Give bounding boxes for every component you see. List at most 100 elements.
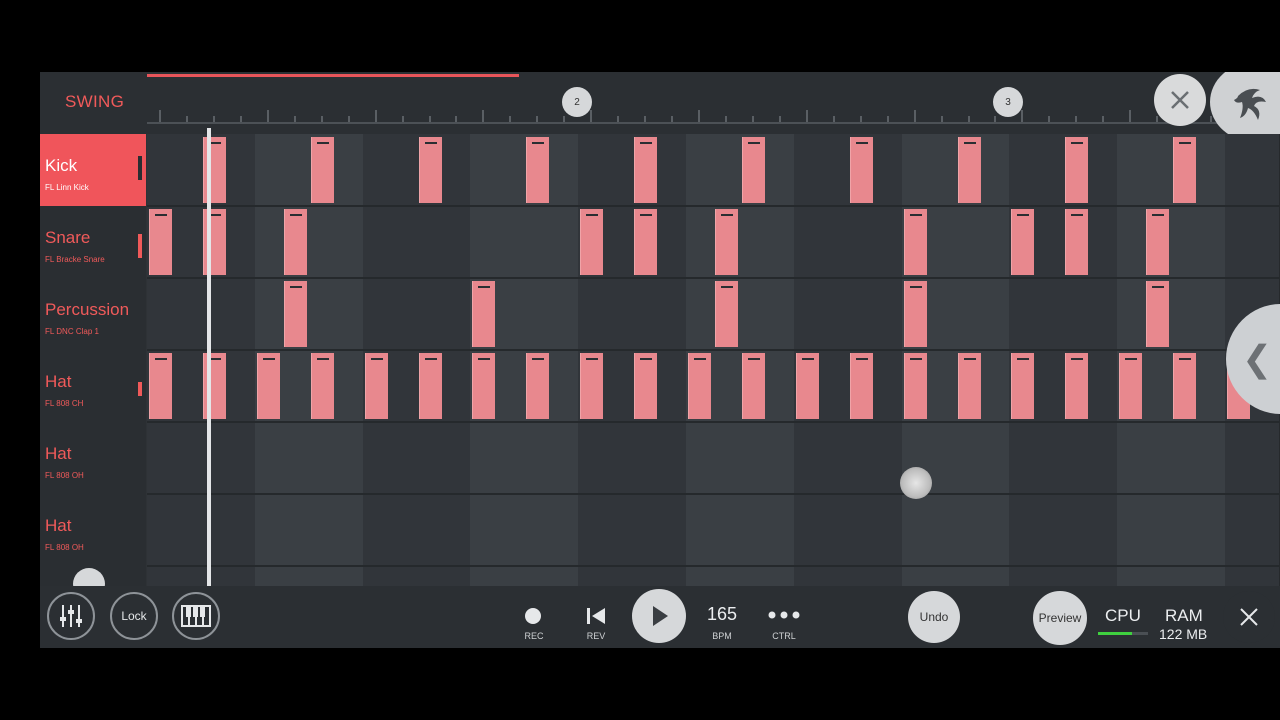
swing-button[interactable]: SWING [65, 92, 124, 112]
step-note[interactable] [418, 353, 442, 419]
step-note[interactable] [283, 281, 307, 347]
step-column[interactable] [712, 134, 741, 586]
lock-button[interactable]: Lock [110, 592, 158, 640]
step-note[interactable] [957, 353, 981, 419]
bar-marker-3[interactable]: 3 [993, 87, 1023, 117]
step-note[interactable] [1011, 209, 1035, 275]
step-column[interactable] [551, 134, 580, 586]
record-button[interactable] [523, 606, 543, 626]
bar-marker-2[interactable]: 2 [562, 87, 592, 117]
step-column[interactable] [605, 134, 634, 586]
step-column[interactable] [281, 134, 310, 586]
timeline-ruler[interactable] [147, 102, 1280, 124]
step-note[interactable] [849, 137, 873, 203]
channel-0[interactable]: Kick FL Linn Kick [40, 134, 146, 206]
channel-3[interactable]: Hat FL 808 CH [40, 350, 146, 422]
step-column[interactable] [766, 134, 795, 586]
step-column[interactable] [928, 134, 957, 586]
piano-roll-button[interactable] [172, 592, 220, 640]
preview-button[interactable]: Preview [1033, 591, 1087, 645]
channel-2[interactable]: Percussion FL DNC Clap 1 [40, 278, 146, 350]
step-column[interactable] [443, 134, 472, 586]
channel-level-indicator [138, 382, 142, 396]
step-note[interactable] [741, 137, 765, 203]
step-note[interactable] [1173, 353, 1197, 419]
step-column[interactable] [497, 134, 526, 586]
channel-sample: FL DNC Clap 1 [45, 327, 99, 336]
rewind-button[interactable] [585, 606, 607, 626]
row-separator [147, 421, 1280, 423]
step-note[interactable] [957, 137, 981, 203]
step-column[interactable] [389, 134, 418, 586]
step-note[interactable] [310, 137, 334, 203]
step-column[interactable] [1036, 134, 1065, 586]
step-column[interactable] [659, 134, 688, 586]
step-column[interactable] [1198, 134, 1227, 586]
step-note[interactable] [688, 353, 711, 419]
channel-name: Hat [45, 372, 72, 391]
step-note[interactable] [741, 353, 765, 419]
step-note[interactable] [472, 281, 496, 347]
mixer-button[interactable] [47, 592, 95, 640]
channel-1[interactable]: Snare FL Bracke Snare [40, 206, 146, 278]
song-progress-bar [147, 74, 519, 77]
rec-label: REC [524, 631, 544, 641]
step-note[interactable] [418, 137, 442, 203]
step-note[interactable] [1119, 353, 1143, 419]
channel-4[interactable]: Hat FL 808 OH [40, 422, 146, 494]
step-column[interactable] [1144, 134, 1173, 586]
step-note[interactable] [714, 281, 738, 347]
channel-rack: Kick FL Linn Kick Snare FL Bracke Snare Perc… [40, 134, 146, 586]
step-note[interactable] [849, 353, 873, 419]
step-note[interactable] [526, 137, 550, 203]
fl-menu-button[interactable] [1210, 72, 1280, 142]
step-note[interactable] [634, 137, 658, 203]
channel-5[interactable]: Hat FL 808 OH [40, 494, 146, 566]
step-grid[interactable] [147, 134, 1280, 586]
step-note[interactable] [580, 209, 604, 275]
record-icon [525, 608, 541, 624]
channel-sample: FL Linn Kick [45, 183, 89, 192]
step-note[interactable] [1146, 281, 1170, 347]
channel-level-indicator [138, 156, 142, 180]
step-note[interactable] [1011, 353, 1035, 419]
step-note[interactable] [526, 353, 550, 419]
step-note[interactable] [795, 353, 819, 419]
step-note[interactable] [634, 209, 658, 275]
step-note[interactable] [1173, 137, 1197, 203]
step-note[interactable] [580, 353, 604, 419]
step-note[interactable] [256, 353, 280, 419]
step-note[interactable] [364, 353, 388, 419]
step-column[interactable] [335, 134, 364, 586]
close-app-button[interactable] [1223, 591, 1275, 643]
step-note[interactable] [1146, 209, 1170, 275]
step-note[interactable] [1065, 137, 1089, 203]
step-note[interactable] [149, 209, 172, 275]
ruler-baseline [147, 122, 1280, 124]
step-note[interactable] [310, 353, 334, 419]
step-column[interactable] [1090, 134, 1119, 586]
tempo-value[interactable]: 165 [700, 604, 744, 625]
step-note[interactable] [1065, 209, 1089, 275]
play-button[interactable] [632, 589, 686, 643]
step-note[interactable] [283, 209, 307, 275]
step-note[interactable] [1065, 353, 1089, 419]
step-note[interactable] [903, 209, 927, 275]
close-pattern-button[interactable] [1154, 74, 1206, 126]
step-note[interactable] [903, 281, 927, 347]
step-note[interactable] [903, 353, 927, 419]
step-note[interactable] [149, 353, 172, 419]
step-note[interactable] [634, 353, 658, 419]
step-column[interactable] [227, 134, 256, 586]
step-column[interactable] [173, 134, 202, 586]
step-column[interactable] [982, 134, 1011, 586]
ctrl-button[interactable] [767, 608, 801, 622]
step-column[interactable] [874, 134, 903, 586]
row-separator [147, 205, 1280, 207]
step-column[interactable] [820, 134, 849, 586]
step-note[interactable] [714, 209, 738, 275]
playhead[interactable] [207, 128, 211, 586]
channel-name: Hat [45, 444, 72, 463]
undo-button[interactable]: Undo [908, 591, 960, 643]
step-note[interactable] [472, 353, 496, 419]
